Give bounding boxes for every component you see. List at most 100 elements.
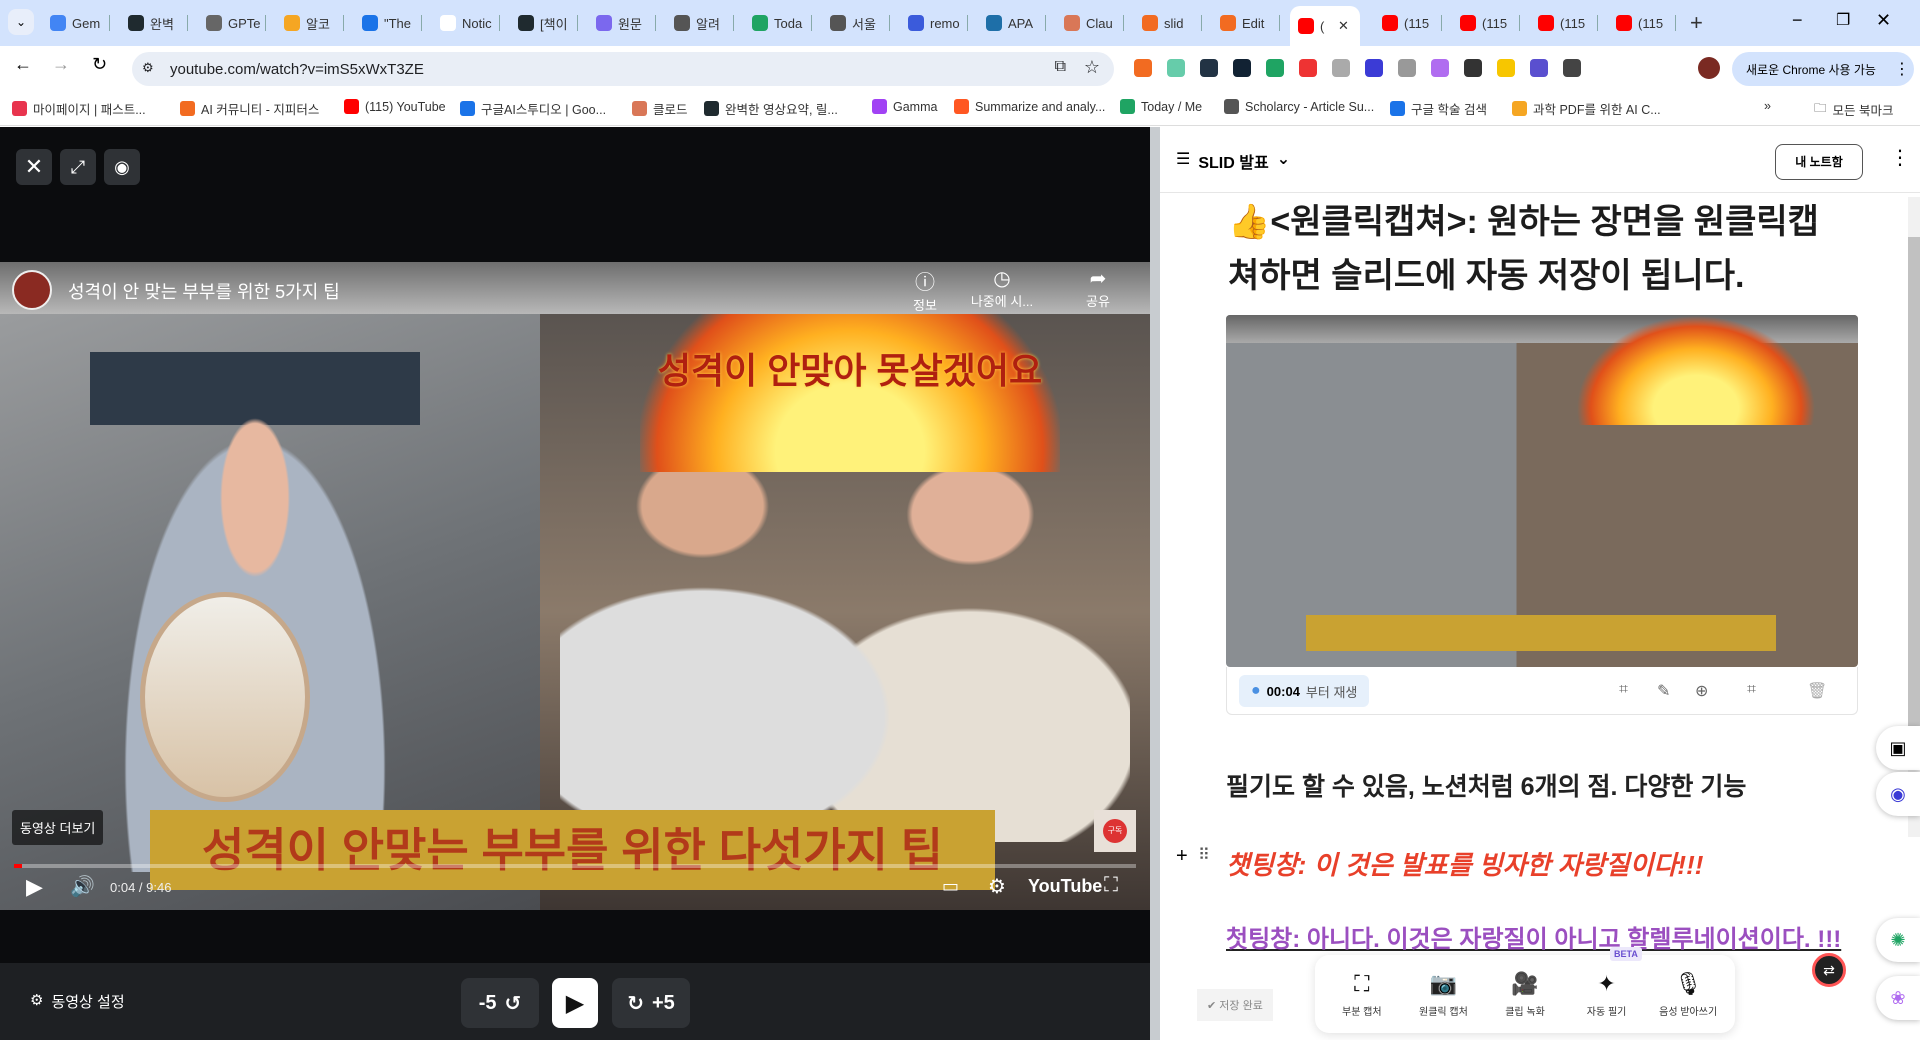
brain-extension-icon[interactable]: ❀ [1876,976,1920,1020]
play-button[interactable]: ▶ [26,874,43,900]
bookmark-item[interactable]: 과학 PDF를 위한 AI C... [1512,99,1661,118]
text-extract-icon[interactable]: ⌗ [1619,681,1628,699]
address-bar[interactable]: ⚙ youtube.com/watch?v=imS5xWxT3ZE ⧉ ☆ [132,52,1114,86]
note-line-2[interactable]: 챗팅창: 이 것은 발표를 빙자한 자랑질이다!!! [1226,845,1703,882]
extension-icon[interactable] [1233,59,1251,77]
play-from-button[interactable]: ● 00:04 부터 재생 [1239,675,1370,707]
bookmark-item[interactable]: 완벽한 영상요약, 릴... [704,99,838,118]
slid-toggle-button[interactable]: ⇄ [1812,953,1846,987]
youtube-extension-icon[interactable]: ▣ [1876,726,1920,770]
profile-avatar[interactable] [1698,57,1720,79]
browser-tab[interactable]: 서울 [822,8,890,38]
browser-tab[interactable]: 알려 [666,8,734,38]
tool-button[interactable]: 📷 원클릭 캡처 [1403,971,1485,1018]
open-in-app-icon[interactable]: ⧉ [1055,58,1066,76]
captions-icon[interactable]: ▭ [942,876,959,897]
tab-search-button[interactable]: ⌄ [8,9,34,35]
subscribe-button[interactable]: 구독 [1094,810,1136,852]
new-chrome-button[interactable]: 새로운 Chrome 사용 가능 ⋮ [1732,52,1914,86]
note-line-1[interactable]: 필기도 할 수 있음, 노션처럼 6개의 점. 다양한 기능 [1226,767,1746,803]
browser-tab[interactable]: Clau [1056,8,1124,38]
bookmark-item[interactable]: Scholarcy - Article Su... [1224,99,1374,114]
browser-tab[interactable]: Notic [432,8,500,38]
browser-tab[interactable]: 원문 [588,8,656,38]
close-tab-icon[interactable]: ✕ [1338,18,1349,34]
extension-icon[interactable] [1167,59,1185,77]
captured-screenshot[interactable] [1226,315,1858,667]
extension-icon[interactable] [1398,59,1416,77]
extension-icon[interactable] [1431,59,1449,77]
extension-icon[interactable] [1266,59,1284,77]
restore-button[interactable]: ❐ [1836,10,1850,30]
site-info-icon[interactable]: ⚙ [142,60,154,76]
progress-bar[interactable] [14,864,1136,868]
info-button[interactable]: ⓘ 정보 [900,266,950,314]
share-button[interactable]: ➦ 공유 [1078,266,1118,310]
assistant-bot-icon[interactable]: ◉ [1876,772,1920,816]
bookmark-item[interactable]: Summarize and analy... [954,99,1105,114]
new-tab-button[interactable]: + [1690,10,1703,36]
back-button[interactable]: ← [14,54,32,75]
extension-icon[interactable] [1563,59,1581,77]
browser-tab[interactable]: GPTe [198,8,266,38]
browser-tab[interactable]: (115 [1374,8,1442,38]
add-block-icon[interactable]: + [1176,845,1188,868]
youtube-player[interactable]: 성격이 안맞아 못살겠어요 성격이 안 맞는 부부를 위한 5가지 팁 ⓘ 정보 … [0,262,1150,910]
watch-later-button[interactable]: ◷ 나중에 시... [962,266,1042,310]
extension-icon[interactable] [1497,59,1515,77]
menu-icon[interactable]: ⋮ [1894,59,1910,79]
eye-button[interactable]: ◉ [104,149,140,185]
chatgpt-icon[interactable]: ✺ [1876,918,1920,962]
extension-icon[interactable] [1530,59,1548,77]
browser-tab[interactable]: 완벽 [120,8,188,38]
bookmark-item[interactable]: AI 커뮤니티 - 지피터스 [180,99,319,118]
browser-tab[interactable]: slid [1134,8,1202,38]
all-bookmarks[interactable]: 🗀 모든 북마크 [1814,99,1894,120]
forward-button[interactable]: → [52,54,70,75]
video-title[interactable]: 성격이 안 맞는 부부를 위한 5가지 팁 [68,278,340,304]
close-video-button[interactable]: ✕ [16,149,52,185]
close-window-button[interactable]: ✕ [1876,10,1891,31]
note-title-dropdown[interactable]: ☰ SLID 발표 ⌄ [1176,149,1290,173]
drag-handle-icon[interactable]: ⠿ [1198,845,1210,865]
pencil-icon[interactable]: ✎ [1657,681,1670,701]
browser-tab[interactable]: "The [354,8,422,38]
browser-tab[interactable]: remo [900,8,968,38]
fullscreen-icon[interactable]: ⛶ [1104,874,1118,897]
browser-tab[interactable]: Edit [1212,8,1280,38]
my-notes-button[interactable]: 내 노트함 [1775,144,1863,180]
scrollbar-thumb[interactable] [1908,237,1920,737]
center-play-button[interactable]: ▶ [552,978,598,1028]
browser-tab[interactable]: APA [978,8,1046,38]
browser-tab[interactable]: 알코 [276,8,344,38]
bookmark-item[interactable]: 마이페이지 | 패스트... [12,99,146,118]
settings-gear-icon[interactable]: ⚙ [988,874,1006,899]
more-options-icon[interactable]: ⋮ [1890,145,1910,170]
tool-button[interactable]: 🎙 음성 받아쓰기 [1647,971,1729,1018]
bookmark-item[interactable]: (115) YouTube [344,99,446,114]
extension-icon[interactable] [1200,59,1218,77]
bookmark-item[interactable]: Today / Me [1120,99,1202,114]
rewind-5-button[interactable]: -5 ↺ [461,978,539,1028]
browser-tab[interactable]: Gem [42,8,110,38]
browser-tab[interactable]: [책이 [510,8,578,38]
extension-icon[interactable] [1464,59,1482,77]
bookmark-item[interactable]: 구글AI스투디오 | Goo... [460,99,606,118]
extension-icon[interactable] [1299,59,1317,77]
youtube-logo[interactable]: YouTube [1028,876,1102,897]
minimize-button[interactable]: − [1792,10,1803,31]
note-line-3[interactable]: 첫팅창: 아니다. 이것은 자랑질이 아니고 할렐루네이션이다. !!! [1226,919,1841,954]
browser-tab[interactable]: (✕ [1290,6,1360,46]
panel-divider[interactable] [1150,127,1160,1040]
channel-avatar[interactable] [12,270,52,310]
zoom-in-icon[interactable]: ⊕ [1695,681,1708,701]
crop-icon[interactable]: ⌗ [1747,681,1756,699]
expand-button[interactable]: ⤢ [60,149,96,185]
bookmark-star-icon[interactable]: ☆ [1084,57,1100,78]
tool-button[interactable]: ⛶ 부분 캡처 [1321,971,1403,1018]
volume-icon[interactable]: 🔊 [70,874,95,899]
extension-icon[interactable] [1134,59,1152,77]
bookmarks-overflow[interactable]: » [1764,99,1771,113]
browser-tab[interactable]: (115 [1452,8,1520,38]
trash-icon[interactable]: 🗑 [1807,681,1827,701]
